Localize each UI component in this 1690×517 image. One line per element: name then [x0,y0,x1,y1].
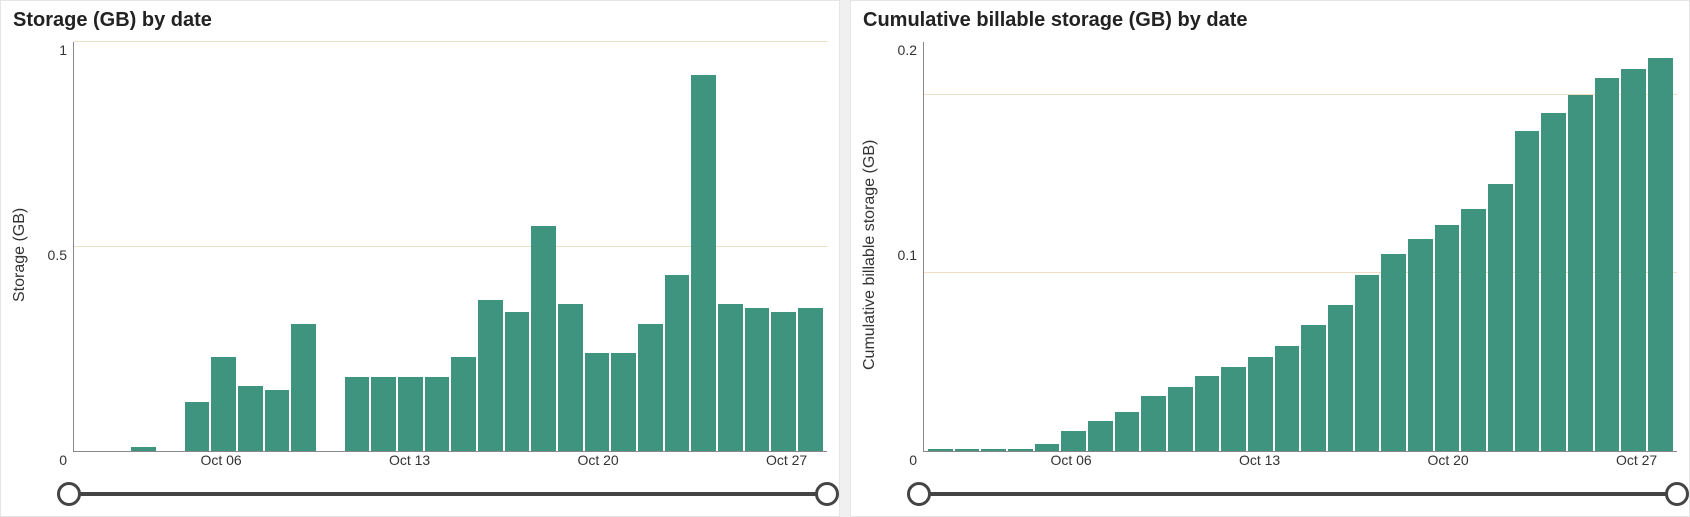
bar [558,304,583,451]
cumulative-plot: Cumulative billable storage (GB) 0.2 0.1… [859,36,1677,474]
cumulative-x-ticks: Oct 06 Oct 13 Oct 20 Oct 27 [923,452,1677,474]
y-tick: 0.1 [898,247,917,263]
bar [1408,239,1433,451]
slider-handle-end[interactable] [815,482,839,506]
bar [1541,113,1566,451]
slider-track[interactable] [69,492,827,496]
cumulative-plot-area [923,42,1677,452]
bar [981,449,1006,451]
bar [1115,412,1140,451]
bar [291,324,316,451]
bar [1435,225,1460,451]
storage-plot-area [73,42,827,452]
x-tick-label: Oct 13 [389,452,430,468]
cumulative-y-label: Cumulative billable storage (GB) [859,36,881,474]
cumulative-y-ticks: 0.2 0.1 0 [881,36,923,474]
bars [924,42,1677,451]
bar [1141,396,1166,451]
bar [398,377,423,451]
bar [478,300,503,451]
bar [1275,346,1300,451]
bar [1595,78,1620,451]
x-tick-label: Oct 13 [1239,452,1280,468]
storage-date-slider[interactable] [69,480,827,508]
y-tick: 0.2 [898,42,917,58]
bar [211,357,236,451]
cumulative-title: Cumulative billable storage (GB) by date [863,9,1677,32]
y-tick: 0.5 [48,247,67,263]
storage-y-label: Storage (GB) [9,36,31,474]
x-tick-label: Oct 27 [1616,452,1657,468]
bar [1328,305,1353,451]
bar [718,304,743,451]
bar [1488,184,1513,451]
bars [74,42,827,451]
bar [238,386,263,451]
bar [131,447,156,451]
slider-handle-start[interactable] [57,482,81,506]
bar [1061,431,1086,451]
storage-y-ticks: 1 0.5 0 [31,36,73,474]
bar [1088,421,1113,451]
bar [1008,449,1033,451]
slider-handle-start[interactable] [907,482,931,506]
bar [345,377,370,451]
y-tick: 0 [909,452,917,468]
x-tick-label: Oct 06 [200,452,241,468]
bar [1381,254,1406,451]
storage-plot: Storage (GB) 1 0.5 0 Oct 06Oct 13Oct 20O… [9,36,827,474]
bar [265,390,290,451]
storage-card: Storage (GB) by date Storage (GB) 1 0.5 … [0,0,840,517]
bar [185,402,210,451]
bar [1301,325,1326,451]
bar [1461,209,1486,451]
bar [771,312,796,451]
bar [611,353,636,451]
bar [585,353,610,451]
cumulative-date-slider[interactable] [919,480,1677,508]
bar [1621,69,1646,451]
cumulative-card: Cumulative billable storage (GB) by date… [850,0,1690,517]
bar [1355,275,1380,451]
x-tick-label: Oct 20 [1427,452,1468,468]
bar [691,75,716,451]
bar [425,377,450,451]
bar [1568,95,1593,451]
storage-x-ticks: Oct 06 Oct 13 Oct 20 Oct 27 [73,452,827,474]
bar [955,449,980,451]
slider-track[interactable] [919,492,1677,496]
bar [665,275,690,451]
bar [1248,357,1273,451]
y-tick: 0 [59,452,67,468]
bar [451,357,476,451]
bar [928,449,953,451]
bar [1035,444,1060,451]
slider-handle-end[interactable] [1665,482,1689,506]
bar [745,308,770,451]
bar [798,308,823,451]
x-tick-label: Oct 27 [766,452,807,468]
bar [1648,58,1673,451]
bar [638,324,663,451]
bar [531,226,556,451]
bar [505,312,530,451]
y-tick: 1 [59,42,67,58]
dashboard: Storage (GB) by date Storage (GB) 1 0.5 … [0,0,1690,517]
x-tick-label: Oct 20 [577,452,618,468]
x-tick-label: Oct 06 [1050,452,1091,468]
bar [371,377,396,451]
bar [1221,367,1246,451]
storage-title: Storage (GB) by date [13,9,827,32]
bar [1195,376,1220,451]
bar [1168,387,1193,451]
bar [1515,131,1540,451]
